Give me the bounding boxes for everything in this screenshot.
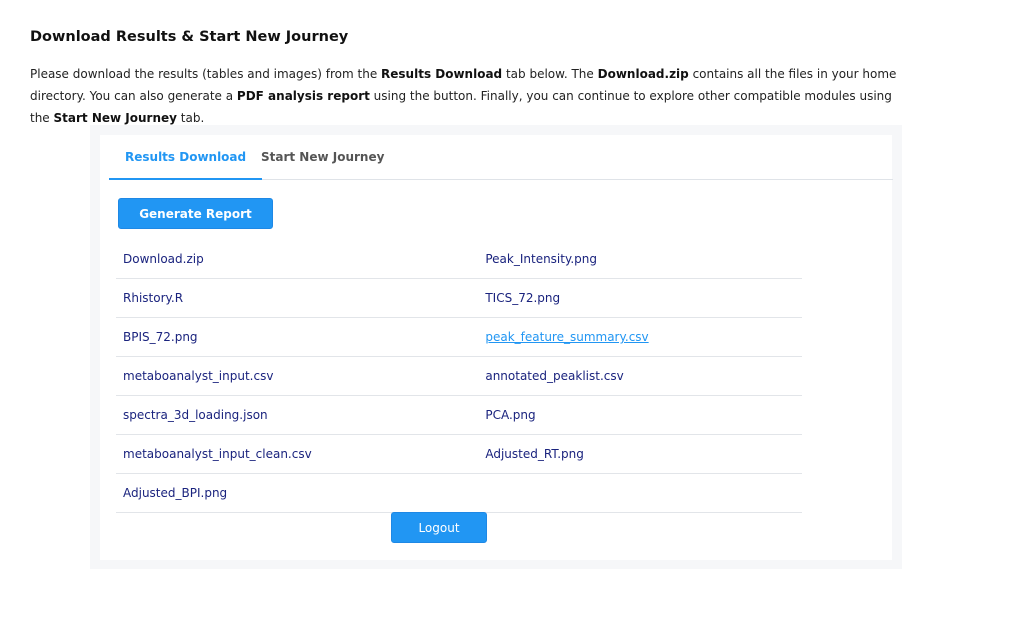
table-cell: spectra_3d_loading.json	[116, 395, 479, 435]
file-link-peak-intensity[interactable]: Peak_Intensity.png	[485, 252, 597, 266]
file-link-bpis-72[interactable]: BPIS_72.png	[123, 330, 198, 344]
intro-text-part: tab below. The	[502, 67, 598, 81]
table-cell: Rhistory.R	[116, 278, 479, 318]
table-cell: metaboanalyst_input_clean.csv	[116, 434, 479, 474]
file-link-metaboanalyst-input-clean[interactable]: metaboanalyst_input_clean.csv	[123, 447, 312, 461]
file-link-adjusted-bpi[interactable]: Adjusted_BPI.png	[123, 486, 227, 500]
file-link-download-zip[interactable]: Download.zip	[123, 252, 204, 266]
table-row: Adjusted_BPI.png	[116, 473, 802, 513]
table-cell: Adjusted_RT.png	[478, 434, 802, 474]
table-row: BPIS_72.png peak_feature_summary.csv	[116, 317, 802, 357]
file-link-tics-72[interactable]: TICS_72.png	[485, 291, 560, 305]
intro-bold-results-download: Results Download	[381, 67, 503, 81]
table-cell: TICS_72.png	[478, 278, 802, 318]
results-panel-body: Results Download Start New Journey Gener…	[100, 135, 893, 560]
table-cell: peak_feature_summary.csv	[478, 317, 802, 357]
tab-start-new-journey[interactable]: Start New Journey	[245, 135, 400, 179]
file-link-spectra-3d-loading[interactable]: spectra_3d_loading.json	[123, 408, 268, 422]
tab-results-download[interactable]: Results Download	[109, 135, 263, 180]
table-cell: annotated_peaklist.csv	[478, 356, 802, 396]
table-row: metaboanalyst_input_clean.csv Adjusted_R…	[116, 434, 802, 474]
file-link-metaboanalyst-input[interactable]: metaboanalyst_input.csv	[123, 369, 273, 383]
file-link-rhistory[interactable]: Rhistory.R	[123, 291, 183, 305]
table-cell	[478, 473, 802, 513]
table-cell: BPIS_72.png	[116, 317, 479, 357]
page-title: Download Results & Start New Journey	[30, 29, 349, 45]
file-link-peak-feature-summary[interactable]: peak_feature_summary.csv	[485, 330, 648, 344]
file-link-annotated-peaklist[interactable]: annotated_peaklist.csv	[485, 369, 623, 383]
results-panel: Results Download Start New Journey Gener…	[90, 125, 902, 569]
file-download-table: Download.zip Peak_Intensity.png Rhistory…	[116, 240, 802, 513]
table-cell: Download.zip	[116, 240, 479, 279]
table-cell: Adjusted_BPI.png	[116, 473, 479, 513]
table-row: spectra_3d_loading.json PCA.png	[116, 395, 802, 435]
intro-bold-download-zip: Download.zip	[597, 67, 689, 81]
intro-text-part: tab.	[176, 111, 205, 125]
table-cell: PCA.png	[478, 395, 802, 435]
table-cell: metaboanalyst_input.csv	[116, 356, 479, 396]
logout-button[interactable]: Logout	[391, 512, 487, 543]
table-row: Rhistory.R TICS_72.png	[116, 278, 802, 318]
tab-bar: Results Download Start New Journey	[109, 135, 893, 180]
file-link-adjusted-rt[interactable]: Adjusted_RT.png	[485, 447, 584, 461]
file-link-pca[interactable]: PCA.png	[485, 408, 535, 422]
intro-bold-start-new-journey: Start New Journey	[53, 111, 177, 125]
generate-report-button[interactable]: Generate Report	[118, 198, 273, 229]
table-cell: Peak_Intensity.png	[478, 240, 802, 279]
intro-text-part: Please download the results (tables and …	[30, 67, 382, 81]
table-row: metaboanalyst_input.csv annotated_peakli…	[116, 356, 802, 396]
intro-text: Please download the results (tables and …	[30, 63, 910, 129]
intro-bold-pdf-report: PDF analysis report	[236, 89, 370, 103]
table-row: Download.zip Peak_Intensity.png	[116, 240, 802, 279]
